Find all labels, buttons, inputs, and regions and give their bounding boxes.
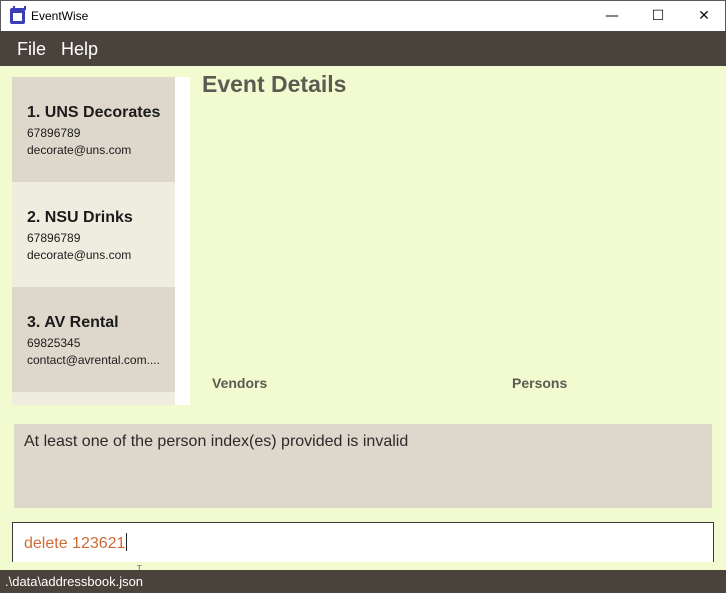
result-message: At least one of the person index(es) pro… xyxy=(24,433,409,450)
maximize-button[interactable]: ☐ xyxy=(635,1,681,31)
vendor-phone: 67896789 xyxy=(27,126,81,140)
vendor-phone: 67896789 xyxy=(27,231,81,245)
command-text: delete 123621 xyxy=(24,533,128,553)
calendar-app-icon xyxy=(10,6,26,24)
vendor-phone: 69825345 xyxy=(27,336,81,350)
text-caret xyxy=(126,533,128,551)
vendor-name: 3. AV Rental xyxy=(27,314,119,331)
minimize-button[interactable]: — xyxy=(589,1,635,31)
result-display: At least one of the person index(es) pro… xyxy=(14,424,712,508)
vendor-list-panel[interactable]: 1. UNS Decorates 67896789 decorate@uns.c… xyxy=(12,77,190,405)
command-input[interactable]: delete 123621 xyxy=(12,522,714,562)
list-item[interactable]: 2. NSU Drinks 67896789 decorate@uns.com xyxy=(12,182,175,287)
vendor-email: contact@avrental.com.... xyxy=(27,353,160,367)
list-item[interactable]: 1. UNS Decorates 67896789 decorate@uns.c… xyxy=(12,77,175,182)
vendor-name: 2. NSU Drinks xyxy=(27,209,133,226)
main-area: 1. UNS Decorates 67896789 decorate@uns.c… xyxy=(0,66,726,576)
vendor-name: 1. UNS Decorates xyxy=(27,104,161,121)
vendor-list: 1. UNS Decorates 67896789 decorate@uns.c… xyxy=(12,77,175,405)
title-bar: EventWise — ☐ ✕ xyxy=(0,0,726,31)
command-value: delete 123621 xyxy=(24,535,126,552)
persons-label: Persons xyxy=(512,375,568,391)
save-location: .\data\addressbook.json xyxy=(5,574,144,589)
vendor-email: decorate@uns.com xyxy=(27,143,132,157)
vendors-label: Vendors xyxy=(212,375,268,391)
close-button[interactable]: ✕ xyxy=(681,1,726,31)
list-item[interactable]: 3. AV Rental 69825345 contact@avrental.c… xyxy=(12,287,175,392)
vendor-email: decorate@uns.com xyxy=(27,248,132,262)
menu-bar: File Help xyxy=(0,31,726,66)
event-details-title: Event Details xyxy=(202,71,347,97)
window-title: EventWise xyxy=(31,9,89,23)
status-bar: .\data\addressbook.json xyxy=(0,570,726,593)
menu-file[interactable]: File xyxy=(17,39,46,60)
menu-help[interactable]: Help xyxy=(61,39,98,60)
